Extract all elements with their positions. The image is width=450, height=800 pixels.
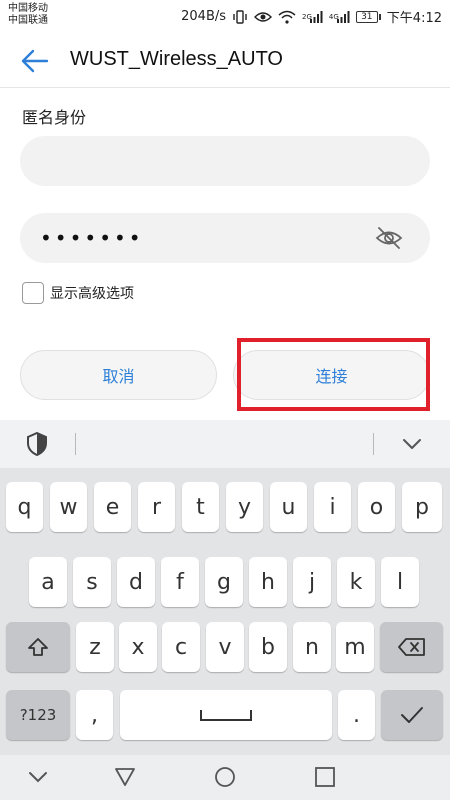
key-v[interactable]: v — [206, 622, 244, 672]
key-c[interactable]: c — [162, 622, 200, 672]
network-speed: 204B/s — [181, 9, 227, 24]
key-r[interactable]: r — [138, 482, 175, 532]
hide-keyboard-icon[interactable] — [26, 766, 50, 788]
checkmark-icon — [401, 707, 423, 723]
key-a[interactable]: a — [29, 557, 67, 607]
show-advanced-label: 显示高级选项 — [50, 286, 134, 302]
symbols-key[interactable]: ?123 — [6, 690, 70, 740]
key-p[interactable]: p — [402, 482, 442, 532]
backspace-icon — [397, 638, 425, 656]
toolbar-divider — [75, 433, 76, 455]
shift-key[interactable] — [6, 622, 70, 672]
key-f[interactable]: f — [161, 557, 199, 607]
key-l[interactable]: l — [381, 557, 419, 607]
eye-comfort-icon — [254, 10, 273, 24]
key-b[interactable]: b — [249, 622, 287, 672]
key-u[interactable]: u — [270, 482, 307, 532]
key-s[interactable]: s — [73, 557, 111, 607]
toolbar-divider — [373, 433, 374, 455]
key-t[interactable]: t — [182, 482, 219, 532]
signal-2g-icon: 2G — [302, 10, 323, 24]
back-triangle-icon[interactable] — [113, 766, 137, 788]
key-h[interactable]: h — [249, 557, 287, 607]
soft-keyboard: q w e r t y u i o p a s d f g h j k l z … — [0, 420, 450, 755]
key-i[interactable]: i — [314, 482, 351, 532]
clock: 下午4:12 — [386, 11, 442, 26]
space-key[interactable] — [120, 690, 332, 740]
cancel-button[interactable]: 取消 — [20, 350, 217, 400]
chevron-down-icon[interactable] — [401, 436, 423, 452]
identity-label: 匿名身份 — [22, 108, 87, 127]
shield-icon[interactable] — [26, 432, 48, 456]
key-m[interactable]: m — [336, 622, 374, 672]
key-d[interactable]: d — [117, 557, 155, 607]
keyboard-toolbar — [0, 420, 450, 468]
carrier-2: 中国联通 — [8, 15, 48, 26]
system-nav-bar — [0, 755, 450, 800]
status-bar: 中国移动 中国联通 204B/s 2G 4G 31 下午4:12 — [0, 0, 450, 32]
key-e[interactable]: e — [94, 482, 131, 532]
key-q[interactable]: q — [6, 482, 43, 532]
carrier-1: 中国移动 — [8, 3, 48, 14]
battery-icon: 31 — [355, 10, 381, 23]
enter-key[interactable] — [381, 690, 443, 740]
status-icons: 204B/s 2G 4G 31 下午4:12 — [181, 7, 442, 26]
signal-4g-icon: 4G — [329, 10, 350, 24]
period-key[interactable]: . — [338, 690, 375, 740]
app-header: WUST_Wireless_AUTO — [0, 32, 450, 88]
key-j[interactable]: j — [293, 557, 331, 607]
recents-square-icon[interactable] — [313, 766, 337, 788]
key-n[interactable]: n — [293, 622, 331, 672]
key-k[interactable]: k — [337, 557, 375, 607]
page-title: WUST_Wireless_AUTO — [70, 48, 283, 70]
shift-arrow-icon — [28, 638, 48, 656]
key-o[interactable]: o — [358, 482, 395, 532]
show-advanced-checkbox[interactable] — [22, 282, 44, 304]
connect-button[interactable]: 连接 — [233, 350, 430, 400]
key-w[interactable]: w — [50, 482, 87, 532]
battery-level: 31 — [355, 10, 378, 23]
arrow-left-icon[interactable] — [20, 48, 50, 74]
space-bar-icon — [200, 710, 252, 721]
key-y[interactable]: y — [226, 482, 263, 532]
eye-off-icon[interactable] — [375, 226, 403, 250]
comma-key[interactable]: , — [76, 690, 113, 740]
vibrate-icon — [232, 9, 248, 24]
password-input[interactable] — [20, 213, 430, 263]
key-g[interactable]: g — [205, 557, 243, 607]
key-x[interactable]: x — [119, 622, 157, 672]
key-z[interactable]: z — [76, 622, 114, 672]
carrier-info: 中国移动 中国联通 — [8, 3, 48, 27]
home-circle-icon[interactable] — [213, 766, 237, 788]
show-advanced-option[interactable]: 显示高级选项 — [22, 282, 134, 304]
identity-input[interactable] — [20, 136, 430, 186]
backspace-key[interactable] — [380, 622, 443, 672]
wifi-icon — [278, 10, 296, 24]
